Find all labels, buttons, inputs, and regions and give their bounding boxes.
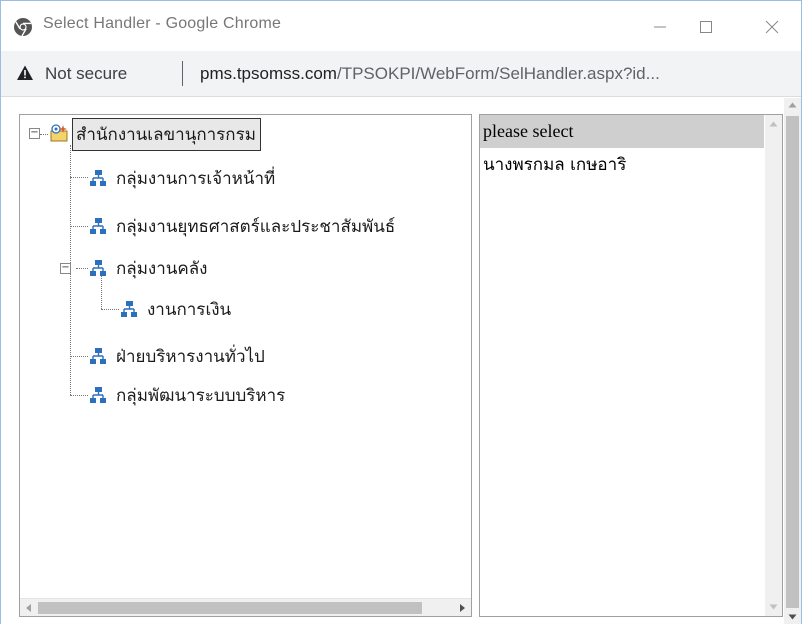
tree-connector [40,134,48,135]
window-title: Select Handler - Google Chrome [43,15,282,32]
tree-node-label[interactable]: กลุ่มงานยุทธศาสตร์และประชาสัมพันธ์ [116,213,395,240]
maximize-button[interactable] [683,5,729,49]
warning-icon[interactable] [16,64,34,82]
tree-node[interactable]: ฝ่ายบริหารงานทั่วไป [88,339,265,373]
tree-node[interactable]: กลุ่มพัฒนาระบบบริหาร [88,378,285,412]
department-tree[interactable]: − − สำนักงานเลขานุการกรม กลุ่มงานการเจ้า… [19,114,472,617]
collapse-finance-toggle[interactable]: − [60,263,71,274]
url-path: /TPSOKPI/WebForm/SelHandler.aspx?id... [336,64,660,83]
tree-node[interactable]: กลุ่มงานยุทธศาสตร์และประชาสัมพันธ์ [88,209,395,243]
address-divider [182,61,183,86]
page-scroll-thumb[interactable] [786,116,799,608]
close-button[interactable] [749,5,795,49]
tree-node[interactable]: กลุ่มงานคลัง [88,251,207,285]
tree-node-label[interactable]: กลุ่มงานการเจ้าหน้าที่ [116,165,275,192]
org-chart-icon [90,348,106,364]
address-bar[interactable]: Not secure pms.tpsomss.com/TPSOKPI/WebFo… [1,51,801,97]
folder-sparkle-icon [50,124,68,142]
url-host: pms.tpsomss.com [200,64,337,83]
tree-scroll-thumb[interactable] [38,602,422,614]
security-status[interactable]: Not secure [45,64,127,84]
tree-connector [70,395,88,396]
tree-connector [70,226,88,227]
tree-root-label[interactable]: สำนักงานเลขานุการกรม [72,117,261,151]
minimize-icon [654,26,666,28]
minimize-button[interactable] [637,5,683,49]
tree-node[interactable]: งานการเงิน [119,292,231,326]
org-chart-icon [90,218,106,234]
tree-node-label[interactable]: กลุ่มงานคลัง [116,255,207,282]
tree-connector [70,356,88,357]
browser-popup-window: Select Handler - Google Chrome Not secur… [0,0,802,624]
org-chart-icon [121,301,137,317]
scroll-left-icon[interactable] [24,603,34,613]
list-vertical-scrollbar[interactable] [765,115,782,616]
tree-horizontal-scrollbar[interactable] [20,598,471,616]
scroll-down-icon[interactable] [769,604,778,610]
org-chart-icon [90,260,106,276]
tree-node-label[interactable]: งานการเงิน [147,296,231,323]
tree-node-label[interactable]: กลุ่มพัฒนาระบบบริหาร [116,382,285,409]
scroll-down-icon[interactable] [788,614,797,620]
list-item-handler[interactable]: นางพรกมล เกษอาริ [480,148,764,181]
list-item-please-select[interactable]: please select [480,115,764,148]
close-icon [765,20,779,34]
collapse-root-toggle[interactable]: − [29,128,40,139]
tree-node[interactable]: กลุ่มงานการเจ้าหน้าที่ [88,161,275,195]
tree-connector [101,309,119,310]
handler-listbox[interactable]: please select นางพรกมล เกษอาริ [479,114,783,617]
page-content: − − สำนักงานเลขานุการกรม กลุ่มงานการเจ้า… [1,98,801,624]
org-chart-icon [90,170,106,186]
tree-connector [76,268,88,269]
tree-node-label[interactable]: ฝ่ายบริหารงานทั่วไป [116,343,265,370]
chrome-icon [13,17,33,37]
tree-root-node[interactable]: สำนักงานเลขานุการกรม [48,117,261,151]
url-text[interactable]: pms.tpsomss.com/TPSOKPI/WebForm/SelHandl… [200,64,660,84]
tree-connector [70,177,88,178]
maximize-icon [700,21,712,33]
page-vertical-scrollbar[interactable] [784,98,801,624]
scroll-up-icon[interactable] [769,121,778,127]
title-bar: Select Handler - Google Chrome [1,1,801,51]
org-chart-icon [90,387,106,403]
scroll-up-icon[interactable] [788,102,797,108]
scroll-right-icon[interactable] [457,603,467,613]
